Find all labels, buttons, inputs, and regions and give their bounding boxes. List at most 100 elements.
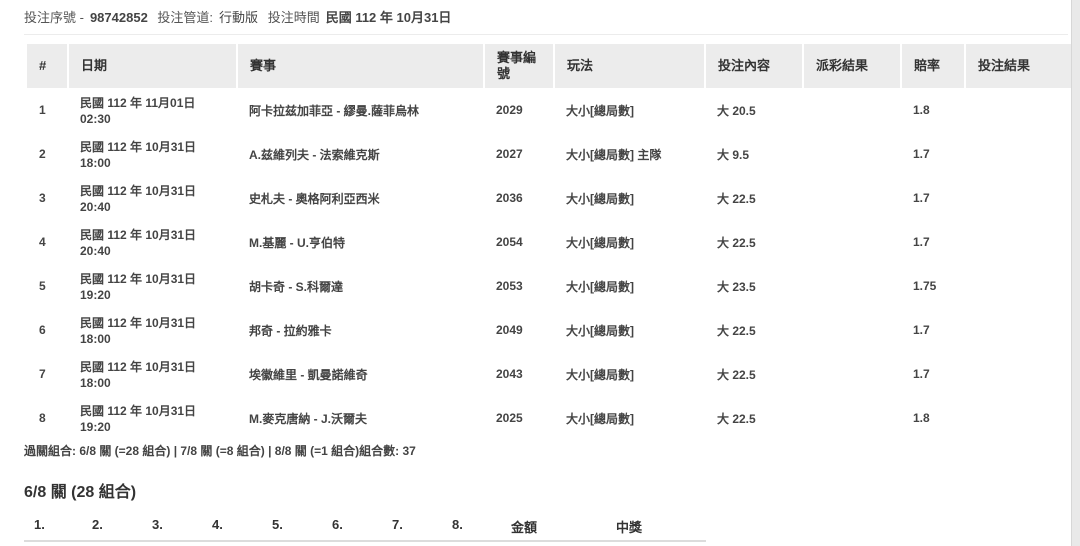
row-odds: 1.7: [913, 235, 930, 249]
row-payout: [803, 132, 901, 176]
row-play: 大小[總局數]: [566, 191, 634, 206]
table-row: 3 民國 112 年 10月31日 20:40 史札夫 - 奧格阿利亞西米 203…: [27, 176, 1071, 220]
row-date-time: 18:00: [80, 156, 111, 170]
row-result: [965, 220, 1071, 264]
table-header-row: # 日期 賽事 賽事編號 玩法 投注內容 派彩結果 賠率 投注結果: [27, 44, 1071, 88]
serial-value: 98742852: [89, 10, 148, 25]
combo-col-3: 3.: [152, 517, 163, 532]
row-number: 5: [39, 279, 46, 293]
col-header-bet: 投注內容: [705, 44, 804, 88]
table-row: 8 民國 112 年 10月31日 19:20 M.麥克唐納 - J.沃爾夫 20…: [27, 396, 1071, 440]
row-payout: [803, 264, 901, 308]
combo-section-title: 6/8 關 (28 組合): [24, 484, 137, 501]
row-bet: 大 22.5: [717, 235, 756, 250]
row-number: 8: [39, 411, 46, 425]
row-code: 2043: [496, 367, 523, 381]
row-match: A.兹維列夫 - 法索維克斯: [249, 147, 380, 162]
combo-col-amount: 金額: [511, 520, 538, 535]
row-bet: 大 20.5: [717, 103, 756, 118]
row-date: 民國 112 年 10月31日 20:40: [68, 220, 237, 264]
row-match: 邦奇 - 拉約雅卡: [249, 323, 332, 338]
row-result: [965, 176, 1071, 220]
row-date: 民國 112 年 10月31日 20:40: [68, 176, 237, 220]
row-date-day: 民國 112 年 10月31日: [80, 184, 197, 198]
row-match: M.麥克唐納 - J.沃爾夫: [249, 411, 368, 426]
row-code: 2027: [496, 147, 523, 161]
row-odds: 1.75: [913, 279, 937, 293]
row-number: 7: [39, 367, 46, 381]
combo-col-1: 1.: [34, 517, 45, 532]
table-row: 5 民國 112 年 10月31日 19:20 胡卡奇 - S.科爾達 2053 …: [27, 264, 1071, 308]
row-date: 民國 112 年 10月31日 18:00: [68, 132, 237, 176]
header-divider: [24, 34, 1068, 35]
row-bet: 大 22.5: [717, 367, 756, 382]
col-header-date: 日期: [68, 44, 238, 88]
row-payout: [803, 352, 901, 396]
row-number: 6: [39, 323, 46, 337]
row-odds: 1.8: [913, 103, 930, 117]
col-header-match: 賽事: [237, 44, 485, 88]
combo-col-4: 4.: [212, 517, 223, 532]
row-match: 胡卡奇 - S.科爾達: [249, 279, 344, 294]
row-bet: 大 22.5: [717, 191, 756, 206]
row-date-day: 民國 112 年 10月31日: [80, 360, 197, 374]
row-bet: 大 9.5: [717, 147, 750, 162]
table-row: 4 民國 112 年 10月31日 20:40 M.基麗 - U.亨伯特 2054…: [27, 220, 1071, 264]
row-play: 大小[總局數]: [566, 323, 634, 338]
row-bet: 大 22.5: [717, 411, 756, 426]
col-header-odds: 賠率: [901, 44, 966, 88]
row-date: 民國 112 年 10月31日 19:20: [68, 396, 237, 440]
row-result: [965, 264, 1071, 308]
row-date-day: 民國 112 年 11月01日: [80, 96, 196, 110]
row-date-time: 20:40: [80, 244, 111, 258]
row-odds: 1.7: [913, 323, 930, 337]
row-odds: 1.7: [913, 191, 930, 205]
channel-value: 行動版: [219, 10, 259, 25]
combo-col-win: 中獎: [616, 520, 643, 535]
row-play: 大小[總局數]: [566, 103, 634, 118]
row-play: 大小[總局數]: [566, 367, 634, 382]
row-date: 民國 112 年 10月31日 18:00: [68, 308, 237, 352]
combo-col-2: 2.: [92, 517, 103, 532]
row-odds: 1.7: [913, 367, 930, 381]
row-code: 2036: [496, 191, 523, 205]
row-match: 阿卡拉兹加菲亞 - 繆曼.薩菲烏林: [249, 103, 419, 118]
row-date-time: 19:20: [80, 288, 111, 302]
serial-label: 投注序號 -: [24, 10, 84, 25]
row-date-day: 民國 112 年 10月31日: [80, 140, 197, 154]
table-row: 2 民國 112 年 10月31日 18:00 A.兹維列夫 - 法索維克斯 20…: [27, 132, 1071, 176]
row-bet: 大 23.5: [717, 279, 756, 294]
row-payout: [803, 176, 901, 220]
bet-header: 投注序號 - 98742852 投注管道: 行動版 投注時間 民國 112 年 10月…: [24, 7, 457, 25]
combo-table-header: 1. 2. 3. 4. 5. 6. 7. 8. 金額 中獎: [24, 510, 706, 540]
col-header-play: 玩法: [554, 44, 706, 88]
table-row: 7 民國 112 年 10月31日 18:00 埃徽維里 - 凱曼諾維奇 2043…: [27, 352, 1071, 396]
row-play: 大小[總局數]: [566, 411, 634, 426]
row-play: 大小[總局數]: [566, 235, 634, 250]
row-odds: 1.7: [913, 147, 930, 161]
row-result: [965, 396, 1071, 440]
row-number: 1: [39, 103, 46, 117]
row-date-time: 02:30: [80, 112, 111, 126]
bet-detail-page: 投注序號 - 98742852 投注管道: 行動版 投注時間 民國 112 年 10月…: [0, 0, 1072, 546]
channel-label: 投注管道:: [157, 10, 214, 25]
row-payout: [803, 308, 901, 352]
row-result: [965, 132, 1071, 176]
row-code: 2053: [496, 279, 523, 293]
table-row: 6 民國 112 年 10月31日 18:00 邦奇 - 拉約雅卡 2049 大小…: [27, 308, 1071, 352]
row-code: 2029: [496, 103, 523, 117]
table-row: 1 民國 112 年 11月01日 02:30 阿卡拉兹加菲亞 - 繆曼.薩菲烏林…: [27, 88, 1071, 132]
row-date-day: 民國 112 年 10月31日: [80, 404, 197, 418]
bet-table: # 日期 賽事 賽事編號 玩法 投注內容 派彩結果 賠率 投注結果 1 民國 1…: [27, 44, 1071, 440]
row-match: M.基麗 - U.亨伯特: [249, 235, 345, 250]
row-result: [965, 88, 1071, 132]
row-odds: 1.8: [913, 411, 930, 425]
row-play: 大小[總局數]: [566, 279, 634, 294]
row-number: 2: [39, 147, 46, 161]
row-date: 民國 112 年 10月31日 19:20: [68, 264, 237, 308]
parlay-summary: 過關組合: 6/8 關 (=28 組合) | 7/8 關 (=8 組合) | 8…: [24, 444, 416, 458]
row-date: 民國 112 年 11月01日 02:30: [68, 88, 237, 132]
row-date: 民國 112 年 10月31日 18:00: [68, 352, 237, 396]
combo-col-6: 6.: [332, 517, 343, 532]
row-result: [965, 308, 1071, 352]
